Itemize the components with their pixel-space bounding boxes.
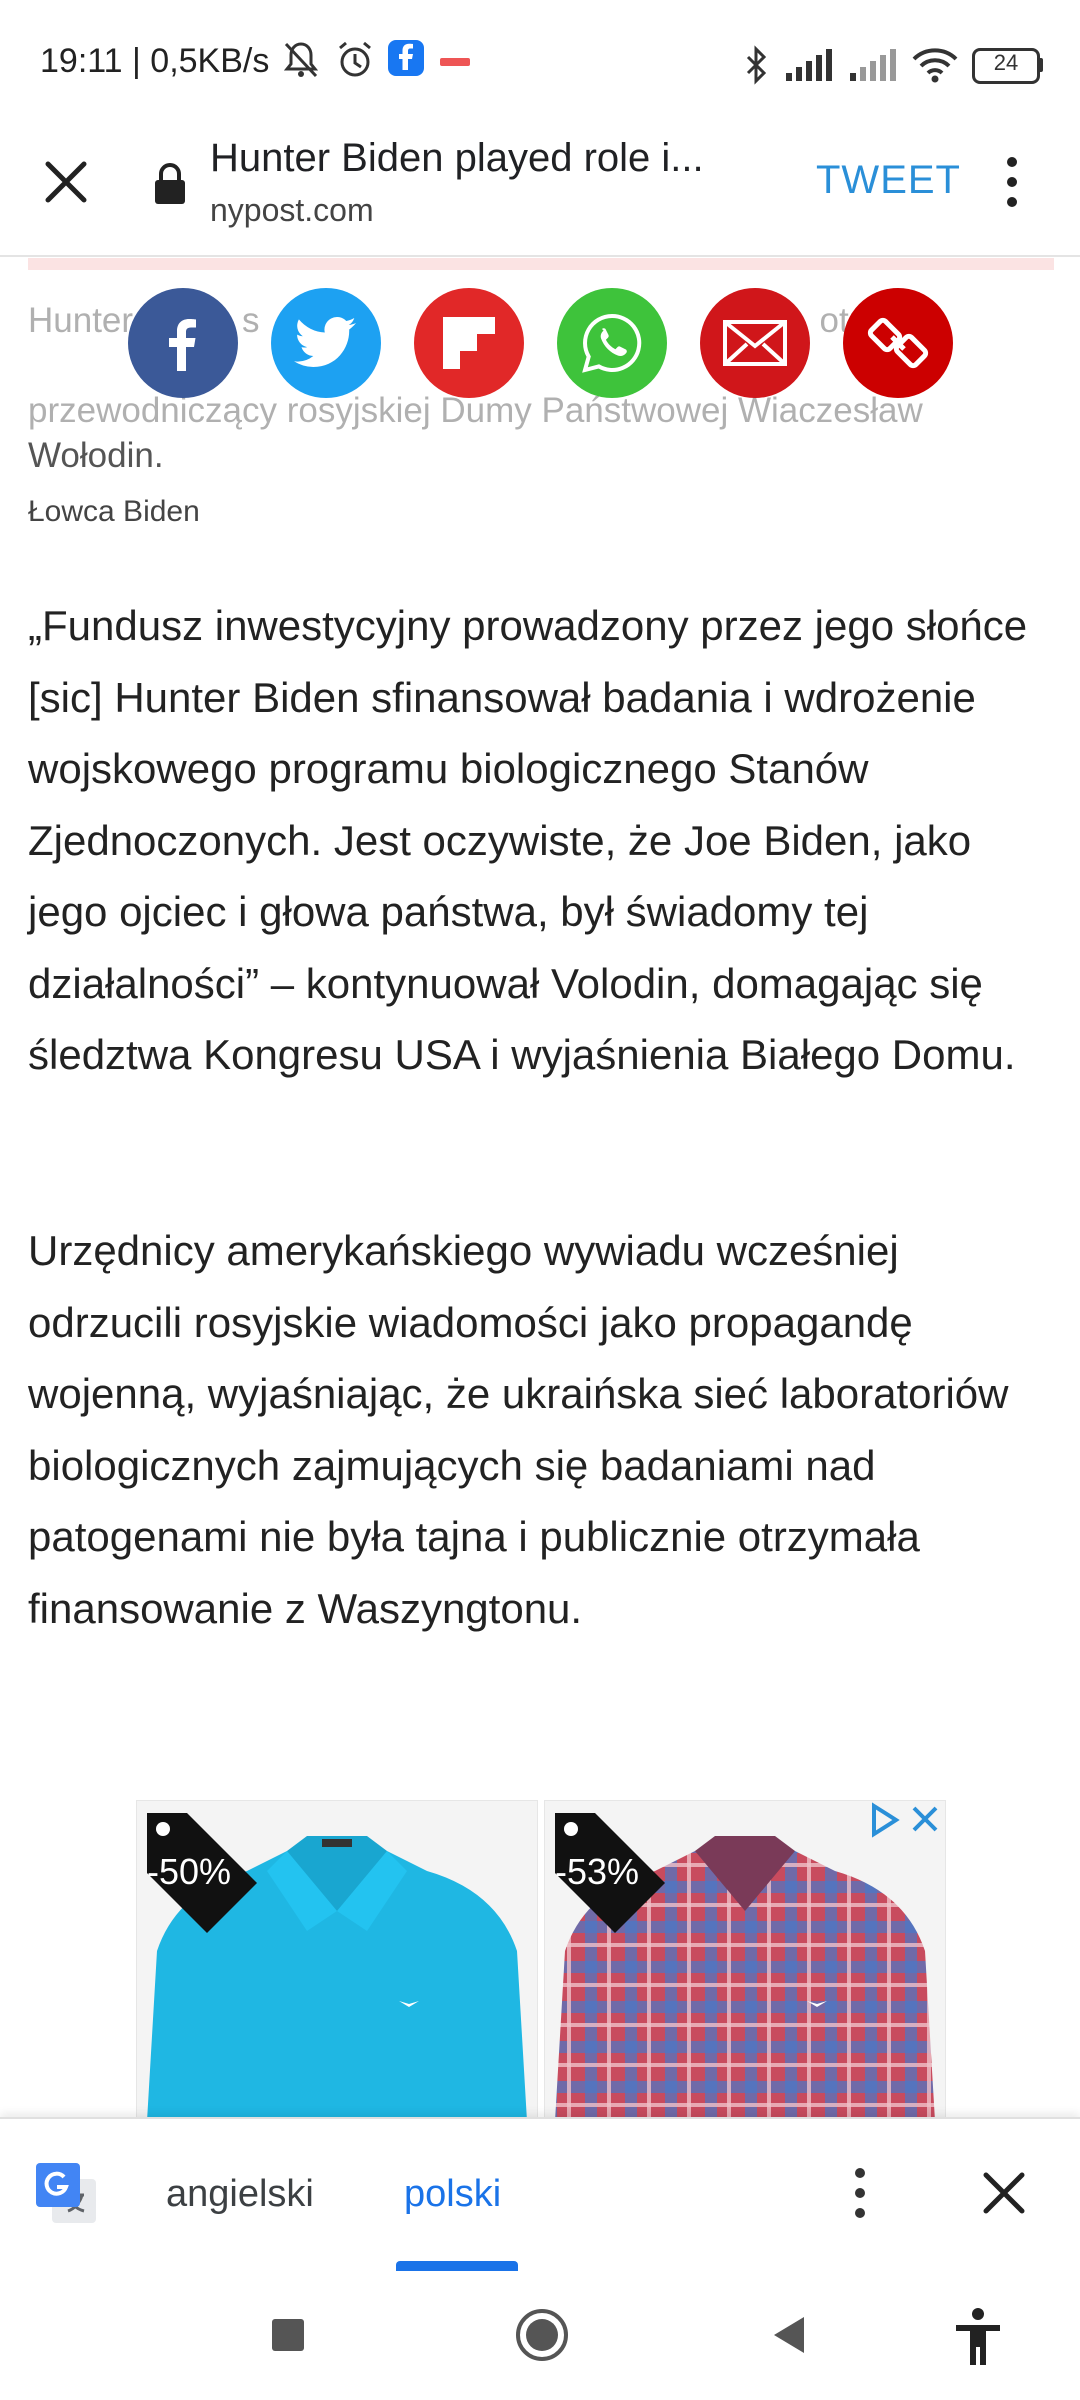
home-icon[interactable] [514,2307,570,2363]
article-paragraph-1: „Fundusz inwestycyjny prowadzony przez j… [28,602,1028,1078]
share-email-button[interactable] [700,288,810,398]
facebook-notification-icon [388,40,424,76]
page-title: Hunter Biden played role i... [210,136,704,180]
page-domain: nypost.com [210,192,374,228]
battery-icon: 24 [972,48,1044,84]
link-icon [867,317,929,369]
ad-choices-icon[interactable] [866,1800,946,1840]
more-vert-icon[interactable] [1002,152,1022,212]
translate-bar: angielski polski [0,2117,1080,2273]
email-icon [723,320,787,366]
whatsapp-icon [582,313,642,373]
source-language-tab[interactable]: angielski [166,2173,314,2216]
wifi-icon [912,48,958,83]
share-whatsapp-button[interactable] [557,288,667,398]
share-flipboard-button[interactable] [414,288,524,398]
flipboard-icon [443,317,495,369]
discount-label-1: -50% [147,1851,232,1892]
ad-product-1[interactable]: -50% [136,1800,538,2122]
caption-last: Wołodin. [28,436,164,475]
ad-product-2[interactable]: -53% [544,1800,946,2122]
recents-icon[interactable] [270,2317,306,2353]
google-translate-icon[interactable] [34,2161,98,2225]
article-paragraph-2: Urzędnicy amerykańskiego wywiadu wcześni… [28,1227,1009,1632]
status-bar: 19:11 | 0,5KB/s 24 [0,0,1080,130]
selected-tab-indicator [396,2261,518,2271]
twitter-icon [294,316,356,367]
tweet-button[interactable]: TWEET [816,158,961,203]
target-language-tab[interactable]: polski [404,2173,501,2216]
discount-label-2: -53% [555,1851,640,1892]
close-icon[interactable] [42,158,90,206]
accessibility-icon[interactable] [952,2307,1004,2367]
bluetooth-icon [746,45,767,85]
share-twitter-button[interactable] [271,288,381,398]
custom-tab-toolbar: Hunter Biden played role i... nypost.com… [0,130,1080,257]
system-nav-bar [0,2271,1080,2400]
discount-badge-2: -53% [545,1801,685,1941]
share-facebook-button[interactable] [128,288,238,398]
translate-close-icon[interactable] [980,2169,1028,2217]
app-notification-icon [440,58,470,66]
lock-icon[interactable] [152,162,188,206]
alarm-icon [339,41,371,77]
facebook-icon [169,319,196,371]
translate-more-icon[interactable] [850,2163,870,2223]
signal-icon [786,49,832,81]
battery-level: 24 [993,50,1019,75]
photo-credit: Łowca Biden [28,495,200,528]
status-time-speed: 19:11 | 0,5KB/s [40,42,270,80]
mute-bell-icon [283,42,319,78]
share-link-button[interactable] [843,288,953,398]
back-icon[interactable] [770,2315,806,2355]
status-right-icons: 24 [744,40,1044,90]
signal-weak-icon [850,49,896,81]
article-divider [28,258,1054,270]
discount-badge-1: -50% [137,1801,277,1941]
